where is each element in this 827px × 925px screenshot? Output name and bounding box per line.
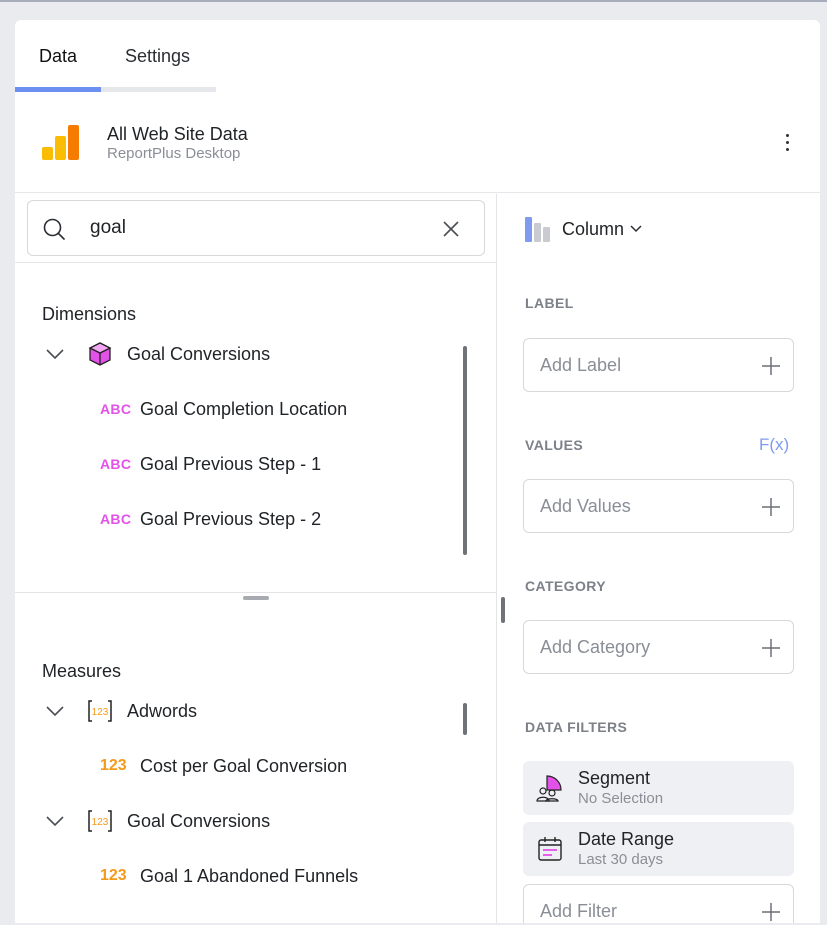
dimension-field-goal-previous-step-2[interactable]: ABC Goal Previous Step - 2 bbox=[100, 499, 321, 539]
add-filter-dropzone[interactable]: Add Filter bbox=[523, 884, 794, 923]
label-caption: LABEL bbox=[525, 295, 574, 311]
data-source-title: All Web Site Data bbox=[107, 124, 248, 144]
window-top-border bbox=[0, 0, 827, 2]
field-label: Goal Previous Step - 1 bbox=[140, 453, 322, 474]
numeric-type-badge: 123 bbox=[100, 867, 127, 884]
measures-heading: Measures bbox=[42, 661, 122, 681]
values-caption: VALUES bbox=[525, 437, 584, 453]
chevron-down-icon[interactable] bbox=[45, 815, 65, 827]
measure-field-cost-per-goal-conversion[interactable]: 123 Cost per Goal Conversion bbox=[100, 746, 347, 786]
tab-bar: Data Settings bbox=[15, 20, 216, 92]
text-type-badge: ABC bbox=[100, 401, 132, 417]
filter-title: Date Range bbox=[578, 829, 675, 849]
field-label: Goal Previous Step - 2 bbox=[140, 508, 322, 529]
segment-icon bbox=[536, 775, 562, 802]
visualization-picker[interactable]: Column bbox=[524, 214, 642, 244]
filter-subtitle: Last 30 days bbox=[578, 851, 664, 868]
measures-scrollbar[interactable] bbox=[463, 703, 467, 735]
add-values-placeholder: Add Values bbox=[540, 496, 631, 516]
chevron-down-icon[interactable] bbox=[45, 705, 65, 717]
add-filter-placeholder: Add Filter bbox=[540, 901, 618, 921]
data-filters-caption: DATA FILTERS bbox=[525, 719, 628, 735]
filter-segment[interactable]: Segment No Selection bbox=[523, 761, 794, 815]
divider bbox=[15, 262, 497, 263]
search-input[interactable] bbox=[90, 211, 420, 245]
fields-column: Dimensions Goal Conversions ABC Goal Com… bbox=[15, 194, 497, 923]
numeric-type-badge: 123 bbox=[100, 757, 127, 774]
numeric-group-icon: 123 bbox=[88, 810, 112, 832]
chevron-down-icon bbox=[630, 225, 642, 233]
add-label-placeholder: Add Label bbox=[540, 355, 622, 375]
filter-subtitle: No Selection bbox=[578, 790, 664, 807]
measure-group-goal-conversions[interactable]: 123 Goal Conversions bbox=[45, 801, 270, 841]
plus-icon[interactable] bbox=[761, 638, 781, 658]
text-type-badge: ABC bbox=[100, 456, 132, 472]
close-icon[interactable] bbox=[442, 220, 460, 238]
search-icon bbox=[43, 218, 65, 240]
divider bbox=[15, 592, 497, 593]
visualization-label: Column bbox=[562, 218, 625, 239]
dimensions-heading: Dimensions bbox=[42, 304, 137, 324]
google-analytics-logo bbox=[42, 125, 79, 160]
plus-icon[interactable] bbox=[761, 902, 781, 922]
field-label: Cost per Goal Conversion bbox=[140, 755, 348, 776]
dimension-group-goal-conversions[interactable]: Goal Conversions bbox=[45, 334, 270, 374]
measure-group-adwords[interactable]: 123 Adwords bbox=[45, 691, 197, 731]
splitter-handle[interactable] bbox=[243, 596, 269, 600]
text-type-badge: ABC bbox=[100, 511, 132, 527]
dimensions-scrollbar[interactable] bbox=[463, 346, 467, 555]
svg-text:123: 123 bbox=[92, 707, 109, 718]
measure-group-label: Goal Conversions bbox=[127, 810, 271, 831]
dimension-group-label: Goal Conversions bbox=[127, 343, 271, 364]
more-options-icon[interactable] bbox=[779, 132, 795, 154]
numeric-group-icon: 123 bbox=[88, 700, 112, 722]
filter-date-range[interactable]: Date Range Last 30 days bbox=[523, 822, 794, 876]
data-source-header: All Web Site Data ReportPlus Desktop bbox=[15, 92, 820, 193]
dimension-field-goal-previous-step-1[interactable]: ABC Goal Previous Step - 1 bbox=[100, 444, 321, 484]
field-label: Goal Completion Location bbox=[140, 398, 348, 419]
visualization-fields-column: Column LABEL Add Label VALUES F(x) Add V… bbox=[498, 194, 820, 923]
add-values-dropzone[interactable]: Add Values bbox=[523, 479, 794, 533]
add-category-dropzone[interactable]: Add Category bbox=[523, 620, 794, 674]
dimension-field-goal-completion-location[interactable]: ABC Goal Completion Location bbox=[100, 389, 347, 429]
field-label: Goal 1 Abandoned Funnels bbox=[140, 865, 359, 886]
cube-icon bbox=[88, 342, 112, 366]
svg-text:123: 123 bbox=[92, 817, 109, 828]
formula-button[interactable]: F(x) bbox=[759, 435, 789, 455]
tab-settings[interactable]: Settings bbox=[125, 46, 190, 67]
data-source-subtitle: ReportPlus Desktop bbox=[107, 145, 241, 162]
plus-icon[interactable] bbox=[761, 497, 781, 517]
filter-title: Segment bbox=[578, 768, 651, 788]
plus-icon[interactable] bbox=[761, 356, 781, 376]
calendar-icon bbox=[538, 837, 562, 861]
data-editor-panel: Data Settings All Web Site Data ReportPl… bbox=[15, 20, 820, 923]
measure-field-goal-1-abandoned-funnels[interactable]: 123 Goal 1 Abandoned Funnels bbox=[100, 856, 358, 896]
field-search-box bbox=[27, 200, 485, 256]
add-category-placeholder: Add Category bbox=[540, 637, 651, 657]
add-label-dropzone[interactable]: Add Label bbox=[523, 338, 794, 392]
category-caption: CATEGORY bbox=[525, 578, 606, 594]
tab-data[interactable]: Data bbox=[39, 46, 77, 67]
column-chart-icon bbox=[525, 217, 550, 242]
chevron-down-icon[interactable] bbox=[45, 348, 65, 360]
measure-group-label: Adwords bbox=[127, 700, 198, 721]
